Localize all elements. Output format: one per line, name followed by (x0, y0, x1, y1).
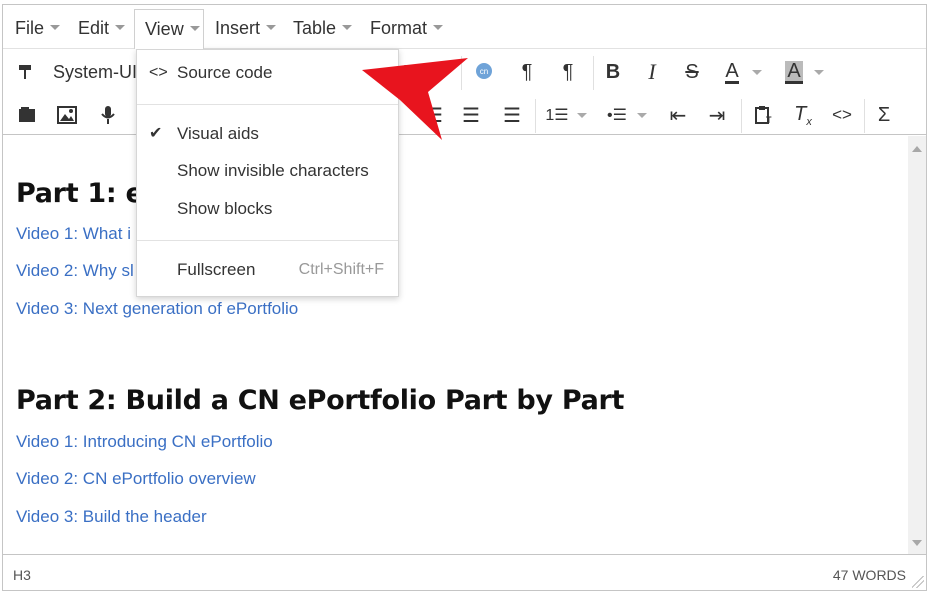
indent-button[interactable]: ⇥ (701, 99, 733, 131)
menu-item-visual-aids[interactable]: ✔ Visual aids (137, 117, 398, 151)
resize-handle-icon[interactable] (912, 576, 924, 588)
clear-format-icon: Tx (794, 102, 812, 128)
italic-button[interactable]: I (636, 56, 668, 88)
toolbar-divider (593, 56, 594, 90)
menubar: File Edit View Insert Table Format (3, 5, 926, 49)
clear-formatting-button[interactable]: Tx (787, 99, 819, 131)
pilcrow-rtl-icon: ¶ (562, 60, 574, 83)
cn-plugin-button[interactable]: cn (469, 56, 501, 88)
align-justify-button[interactable]: ☰ (496, 99, 528, 131)
word-count: 47 WORDS (832, 567, 906, 583)
text-color-button[interactable]: A (716, 56, 762, 88)
chevron-down-icon (266, 24, 277, 30)
chevron-down-icon (50, 24, 61, 30)
image-icon (57, 106, 77, 124)
align-right-button[interactable]: ☰ (455, 99, 487, 131)
paint-roller-icon (19, 65, 31, 79)
link-part2-video2[interactable]: Video 2: CN ePortfolio overview (16, 469, 256, 489)
align-center-button[interactable]: ☰ (418, 99, 450, 131)
view-menu-dropdown: <> Source code ✔ Visual aids Show invisi… (136, 49, 399, 297)
chevron-down-icon (752, 70, 762, 75)
menu-insert[interactable]: Insert (205, 9, 277, 47)
statusbar: H3 47 WORDS (3, 554, 926, 590)
menu-item-fullscreen[interactable]: Fullscreen Ctrl+Shift+F (137, 253, 398, 287)
chevron-down-icon (342, 24, 353, 30)
menu-divider (137, 104, 398, 105)
align-right-icon: ☰ (462, 104, 480, 127)
chevron-down-icon (637, 113, 647, 118)
record-audio-button[interactable] (92, 99, 124, 131)
font-family-select[interactable]: System-UI (53, 62, 137, 83)
menu-edit[interactable]: Edit (68, 9, 126, 47)
folder-icon (19, 107, 35, 122)
heading-part-2: Part 2: Build a CN ePortfolio Part by Pa… (16, 385, 625, 416)
menu-table[interactable]: Table (283, 9, 353, 47)
code-icon: <> (149, 64, 168, 81)
align-center-icon: ☰ (425, 104, 443, 127)
insert-equation-button[interactable]: Σ (868, 99, 900, 131)
bold-icon: B (605, 60, 621, 83)
chevron-down-icon (814, 70, 824, 75)
checkmark-icon: ✔ (149, 125, 163, 142)
numbered-list-icon: 1☰ (545, 107, 569, 124)
link-part2-video1[interactable]: Video 1: Introducing CN ePortfolio (16, 432, 273, 452)
fullscreen-shortcut: Ctrl+Shift+F (298, 261, 384, 278)
code-icon: <> (832, 105, 852, 124)
rtl-button[interactable]: ¶ (552, 56, 584, 88)
element-path[interactable]: H3 (13, 567, 31, 583)
menu-item-source-code[interactable]: <> Source code (137, 56, 398, 90)
link-part1-video2[interactable]: Video 2: Why sl (16, 261, 134, 281)
chevron-down-icon (115, 24, 126, 30)
ltr-button[interactable]: ¶ (511, 56, 543, 88)
insert-image-button[interactable] (51, 99, 83, 131)
strikethrough-button[interactable]: S (676, 56, 708, 88)
svg-text:T: T (766, 115, 772, 125)
svg-text:cn: cn (480, 67, 488, 76)
clipboard-icon: T (755, 106, 772, 125)
background-color-button[interactable]: A (778, 56, 824, 88)
chevron-down-icon (577, 113, 587, 118)
sigma-icon: Σ (877, 103, 891, 126)
rich-text-editor: File Edit View Insert Table Format Syste… (2, 4, 927, 591)
outdent-icon: ⇤ (669, 104, 687, 127)
format-painter-button[interactable] (9, 56, 41, 88)
scroll-up-arrow-icon[interactable] (912, 146, 922, 152)
menu-divider (137, 240, 398, 241)
italic-icon: I (648, 59, 656, 84)
font-size-select[interactable]: 3 (401, 62, 411, 83)
cn-logo-icon: cn (476, 63, 492, 79)
insert-file-button[interactable] (11, 99, 43, 131)
menu-file[interactable]: File (5, 9, 61, 47)
highlight-color-icon: A (785, 59, 803, 84)
chevron-down-icon (189, 25, 200, 31)
link-part1-video3[interactable]: Video 3: Next generation of ePortfolio (16, 299, 298, 319)
numbered-list-button[interactable]: 1☰ (541, 99, 587, 131)
scroll-down-arrow-icon[interactable] (912, 540, 922, 546)
toolbar-divider (741, 99, 742, 133)
strikethrough-icon: S (685, 60, 699, 83)
link-part1-video1[interactable]: Video 1: What i (16, 224, 131, 244)
chevron-down-icon (433, 24, 444, 30)
indent-icon: ⇥ (708, 104, 726, 127)
pilcrow-ltr-icon: ¶ (521, 60, 533, 83)
bullet-list-button[interactable]: •☰ (601, 99, 647, 131)
link-part2-video3[interactable]: Video 3: Build the header (16, 507, 207, 527)
microphone-icon (101, 106, 115, 124)
outdent-button[interactable]: ⇤ (662, 99, 694, 131)
vertical-scrollbar[interactable] (908, 136, 926, 554)
bold-button[interactable]: B (597, 56, 629, 88)
toolbar-divider (535, 99, 536, 133)
menu-item-show-blocks[interactable]: Show blocks (137, 192, 398, 226)
paste-text-button[interactable]: T (747, 99, 779, 131)
menu-format[interactable]: Format (360, 9, 444, 47)
text-color-icon: A (725, 59, 739, 84)
toolbar-divider (461, 56, 462, 90)
align-justify-icon: ☰ (503, 104, 521, 127)
menu-item-show-invisible-characters[interactable]: Show invisible characters (137, 154, 398, 188)
source-code-button[interactable]: <> (826, 99, 858, 131)
menu-view[interactable]: View (134, 9, 204, 49)
bullet-list-icon: •☰ (607, 107, 627, 124)
toolbar-divider (864, 99, 865, 133)
